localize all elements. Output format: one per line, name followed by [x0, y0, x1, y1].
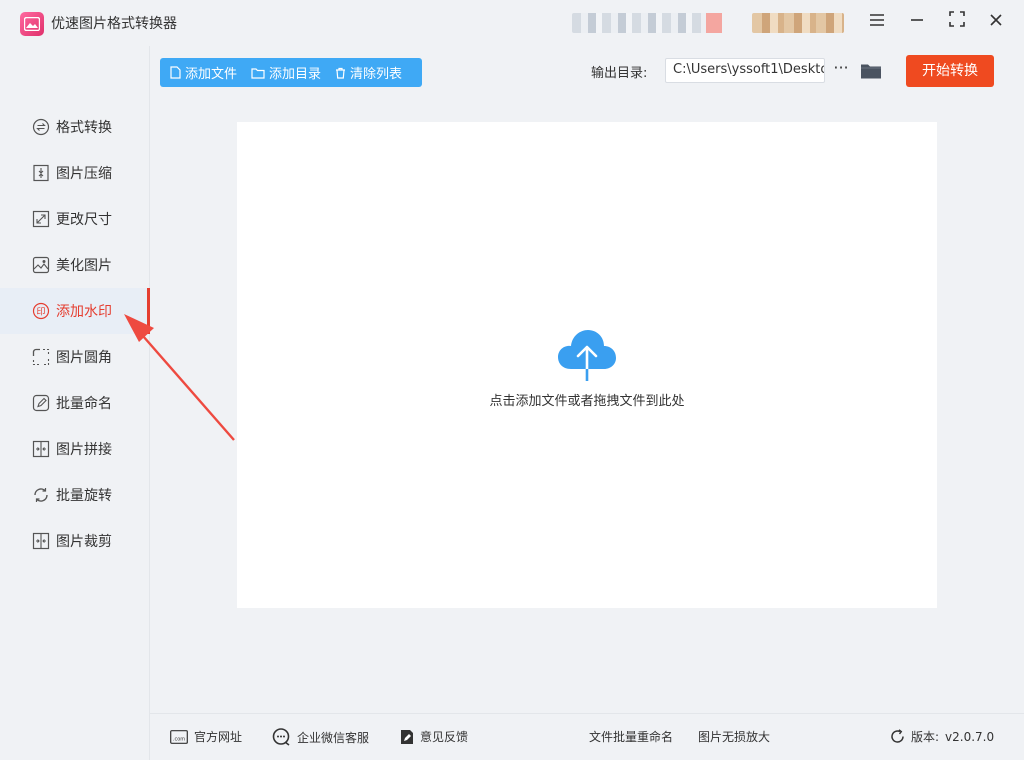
sidebar-item-watermark[interactable]: 印 添加水印: [0, 288, 150, 334]
website-label: 官方网址: [194, 730, 243, 744]
clear-list-button[interactable]: 清除列表: [335, 63, 402, 82]
clear-list-label: 清除列表: [350, 67, 403, 82]
minimize-icon[interactable]: [904, 10, 930, 34]
sidebar-item-label: 更改尺寸: [56, 212, 112, 228]
crop-icon: [32, 532, 50, 550]
convert-icon: [32, 118, 50, 136]
file-icon: [170, 66, 181, 79]
add-file-label: 添加文件: [185, 67, 238, 82]
resize-icon: [32, 210, 50, 228]
sidebar-item-rotate[interactable]: 批量旋转: [0, 472, 148, 518]
sidebar-item-round-corner[interactable]: 图片圆角: [0, 334, 148, 380]
wechat-icon: [272, 728, 290, 746]
version-number: v2.0.7.0: [945, 729, 995, 744]
open-folder-icon[interactable]: [860, 62, 882, 80]
output-dir-label: 输出目录:: [591, 66, 648, 81]
file-drop-zone[interactable]: 点击添加文件或者拖拽文件到此处: [237, 122, 937, 608]
beautify-icon: [32, 256, 50, 274]
footer: .com 官方网址 企业微信客服 意见反馈 文件批量重命名 图片无损放大 版本:…: [150, 713, 1024, 760]
menu-icon[interactable]: [864, 10, 890, 34]
wechat-label: 企业微信客服: [297, 730, 370, 745]
batch-rename-label: 文件批量重命名: [589, 730, 674, 744]
app-title: 优速图片格式转换器: [51, 16, 177, 32]
sidebar-item-label: 图片圆角: [56, 350, 112, 366]
sidebar-item-batch-rename[interactable]: 批量命名: [0, 380, 148, 426]
sidebar-item-crop[interactable]: 图片裁剪: [0, 518, 148, 564]
feedback-icon: [401, 729, 413, 744]
feedback-link[interactable]: 意见反馈: [400, 728, 468, 745]
svg-text:印: 印: [36, 306, 45, 318]
close-icon[interactable]: [983, 10, 1009, 34]
refresh-icon: [891, 729, 904, 743]
sidebar-item-label: 批量命名: [56, 396, 112, 412]
compress-icon: [32, 164, 50, 182]
rename-icon: [32, 394, 50, 412]
sidebar-item-label: 图片裁剪: [56, 534, 112, 550]
sidebar-item-compress[interactable]: 图片压缩: [0, 150, 148, 196]
cloud-upload-icon: [557, 327, 617, 383]
add-file-button[interactable]: 添加文件: [170, 63, 237, 82]
sidebar-item-label: 美化图片: [56, 258, 112, 274]
feedback-label: 意见反馈: [420, 730, 469, 744]
toolbar: 添加文件 添加目录 清除列表 输出目录: C:\Users\yssoft1\De…: [150, 46, 1024, 96]
version-info[interactable]: 版本: v2.0.7.0: [890, 728, 994, 745]
account-avatar-redacted[interactable]: [752, 13, 844, 33]
sidebar-item-label: 批量旋转: [56, 488, 112, 504]
sidebar-item-label: 图片压缩: [56, 166, 112, 182]
wechat-support-link[interactable]: 企业微信客服: [272, 728, 369, 746]
version-label: 版本:: [911, 730, 940, 744]
title-bar: 优速图片格式转换器: [0, 0, 1024, 46]
app-logo-icon: [20, 12, 44, 36]
watermark-icon: 印: [32, 302, 50, 320]
maximize-icon[interactable]: [944, 10, 970, 34]
sidebar-item-beautify[interactable]: 美化图片: [0, 242, 148, 288]
sidebar-item-stitch[interactable]: 图片拼接: [0, 426, 148, 472]
round-corner-icon: [32, 348, 50, 366]
trash-icon: [336, 67, 346, 79]
add-folder-button[interactable]: 添加目录: [251, 63, 321, 82]
svg-text:.com: .com: [173, 736, 185, 742]
drop-hint-text: 点击添加文件或者拖拽文件到此处: [489, 394, 685, 409]
sidebar-item-label: 图片拼接: [56, 442, 112, 458]
account-info-redacted[interactable]: [572, 13, 722, 33]
lossless-zoom-link[interactable]: 图片无损放大: [698, 728, 770, 745]
official-website-link[interactable]: .com 官方网址: [170, 728, 242, 745]
output-dir-field[interactable]: C:\Users\yssoft1\Desktop: [665, 58, 825, 83]
sidebar: 格式转换 图片压缩 更改尺寸 美化图片 印 添加水印 图片圆角 批量命名 图片拼…: [0, 46, 150, 760]
sidebar-item-format-convert[interactable]: 格式转换: [0, 104, 148, 150]
stitch-icon: [32, 440, 50, 458]
file-button-group: 添加文件 添加目录 清除列表: [160, 58, 422, 87]
add-folder-label: 添加目录: [269, 67, 322, 82]
sidebar-item-label: 添加水印: [56, 304, 112, 320]
sidebar-item-resize[interactable]: 更改尺寸: [0, 196, 148, 242]
more-options-button[interactable]: ···: [831, 58, 851, 82]
sidebar-item-label: 格式转换: [56, 120, 112, 136]
start-convert-button[interactable]: 开始转换: [906, 55, 994, 87]
folder-outline-icon: [251, 67, 265, 79]
website-icon: .com: [170, 729, 188, 744]
rotate-icon: [32, 486, 50, 504]
batch-rename-link[interactable]: 文件批量重命名: [589, 728, 673, 745]
lossless-zoom-label: 图片无损放大: [698, 730, 771, 744]
